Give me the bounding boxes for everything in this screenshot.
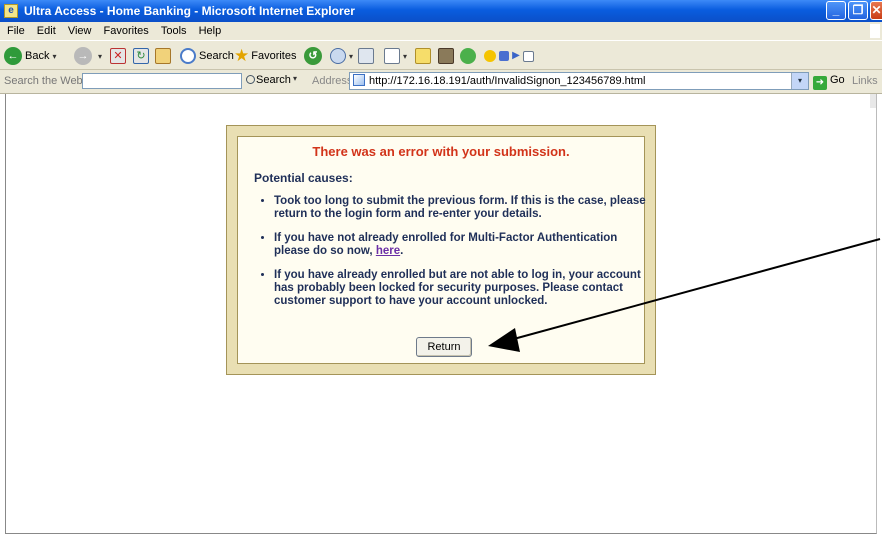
back-button[interactable]: ← Back ▾ bbox=[4, 46, 56, 66]
ie-page-icon: e bbox=[4, 4, 18, 18]
go-arrow-icon: ➜ bbox=[813, 76, 827, 90]
mail-icon bbox=[330, 48, 346, 65]
play-icon: ▶ bbox=[512, 50, 520, 62]
home-button[interactable] bbox=[155, 46, 171, 66]
cause-item: If you have already enrolled but are not… bbox=[274, 269, 654, 308]
discuss-button[interactable] bbox=[415, 46, 431, 66]
cause-text: If you have not already enrolled for Mul… bbox=[274, 232, 618, 257]
media-button[interactable]: ▶ bbox=[484, 46, 534, 66]
causes-heading: Potential causes: bbox=[254, 171, 353, 185]
history-icon: ↺ bbox=[304, 47, 322, 66]
cause-text-end: . bbox=[400, 245, 404, 257]
go-button[interactable]: ➜ Go bbox=[813, 74, 845, 90]
web-search-input[interactable] bbox=[82, 73, 242, 89]
forward-arrow-icon: → bbox=[74, 47, 92, 66]
history-button[interactable]: ↺ bbox=[304, 46, 325, 66]
address-url: http://172.16.18.191/auth/InvalidSignon_… bbox=[369, 75, 646, 87]
error-title: There was an error with your submission. bbox=[312, 144, 570, 159]
enroll-here-link[interactable]: here bbox=[376, 245, 400, 257]
menu-help[interactable]: Help bbox=[199, 22, 222, 40]
search-the-web-label: Search the Web bbox=[4, 75, 83, 87]
search-label: Search bbox=[199, 50, 234, 62]
magnifier-icon bbox=[246, 75, 255, 84]
research-icon bbox=[438, 48, 454, 65]
menu-tools[interactable]: Tools bbox=[161, 22, 187, 40]
address-input[interactable]: http://172.16.18.191/auth/InvalidSignon_… bbox=[349, 72, 809, 90]
stop-button[interactable]: ✕ bbox=[110, 46, 126, 66]
cause-text: Took too long to submit the previous for… bbox=[274, 195, 646, 220]
print-button[interactable] bbox=[358, 46, 374, 66]
mail-button[interactable]: ▾ bbox=[330, 46, 353, 66]
return-button[interactable]: Return bbox=[416, 337, 472, 357]
cause-list: Took too long to submit the previous for… bbox=[254, 195, 654, 319]
address-label: Address bbox=[312, 75, 353, 87]
restore-icon[interactable]: ❐ bbox=[848, 1, 868, 20]
error-box: There was an error with your submission.… bbox=[226, 125, 656, 375]
edit-dropdown-icon[interactable]: ▾ bbox=[403, 52, 407, 61]
forward-button[interactable]: → ▾ bbox=[74, 46, 102, 66]
window-controls: _ ❐ ✕ bbox=[824, 1, 882, 21]
messenger-icon bbox=[460, 48, 476, 65]
favorites-label: Favorites bbox=[251, 50, 297, 62]
close-icon[interactable]: ✕ bbox=[870, 1, 882, 20]
menu-favorites[interactable]: Favorites bbox=[104, 22, 149, 40]
page-icon bbox=[353, 74, 365, 86]
window-title: Ultra Access - Home Banking - Microsoft … bbox=[24, 4, 355, 18]
back-arrow-icon: ← bbox=[4, 47, 22, 66]
back-dropdown-icon[interactable]: ▾ bbox=[52, 52, 56, 61]
home-icon bbox=[155, 48, 171, 65]
favorites-button[interactable]: ★ Favorites bbox=[234, 46, 297, 66]
refresh-button[interactable]: ↻ bbox=[133, 46, 149, 66]
standard-toolbar: ← Back ▾ → ▾ ✕ ↻ Search ★ Favorites ↺ ▾ ▾ ▶ bbox=[0, 40, 882, 70]
menu-edit[interactable]: Edit bbox=[37, 22, 56, 40]
scrollbar[interactable] bbox=[870, 94, 876, 108]
cause-text: If you have already enrolled but are not… bbox=[274, 269, 641, 307]
window-title-bar[interactable]: e Ultra Access - Home Banking - Microsof… bbox=[0, 0, 882, 22]
cause-item: If you have not already enrolled for Mul… bbox=[274, 232, 654, 258]
stop-media-icon bbox=[499, 51, 510, 62]
search-icon bbox=[180, 48, 196, 65]
search-button[interactable]: Search bbox=[180, 46, 234, 66]
forward-dropdown-icon[interactable]: ▾ bbox=[98, 52, 102, 61]
favorites-star-icon: ★ bbox=[234, 46, 250, 66]
back-label: Back bbox=[25, 50, 50, 62]
menu-view[interactable]: View bbox=[68, 22, 92, 40]
window-icon bbox=[522, 50, 534, 62]
address-dropdown-icon[interactable]: ▾ bbox=[791, 73, 808, 89]
web-search-button[interactable]: Search bbox=[246, 74, 291, 86]
menu-file[interactable]: File bbox=[7, 22, 25, 40]
edit-page-icon bbox=[384, 48, 400, 65]
address-bar: Search the Web Search ▾ Address http://1… bbox=[0, 70, 882, 94]
mail-dropdown-icon[interactable]: ▾ bbox=[349, 52, 353, 61]
web-search-label: Search bbox=[256, 74, 291, 86]
media-icon bbox=[484, 50, 496, 63]
search-dropdown-icon[interactable]: ▾ bbox=[293, 74, 297, 83]
minimize-icon[interactable]: _ bbox=[826, 1, 846, 20]
research-button[interactable] bbox=[438, 46, 454, 66]
windows-flag-icon bbox=[870, 24, 880, 38]
menu-bar: File Edit View Favorites Tools Help bbox=[0, 22, 882, 40]
refresh-icon: ↻ bbox=[133, 48, 149, 65]
error-box-inner: There was an error with your submission.… bbox=[237, 136, 646, 364]
links-button[interactable]: Links bbox=[852, 75, 878, 87]
edit-button[interactable]: ▾ bbox=[384, 46, 407, 66]
go-label: Go bbox=[830, 74, 845, 86]
print-icon bbox=[358, 48, 374, 65]
messenger-button[interactable] bbox=[460, 46, 476, 66]
cause-item: Took too long to submit the previous for… bbox=[274, 195, 654, 221]
folder-icon bbox=[415, 48, 431, 65]
stop-icon: ✕ bbox=[110, 48, 126, 65]
